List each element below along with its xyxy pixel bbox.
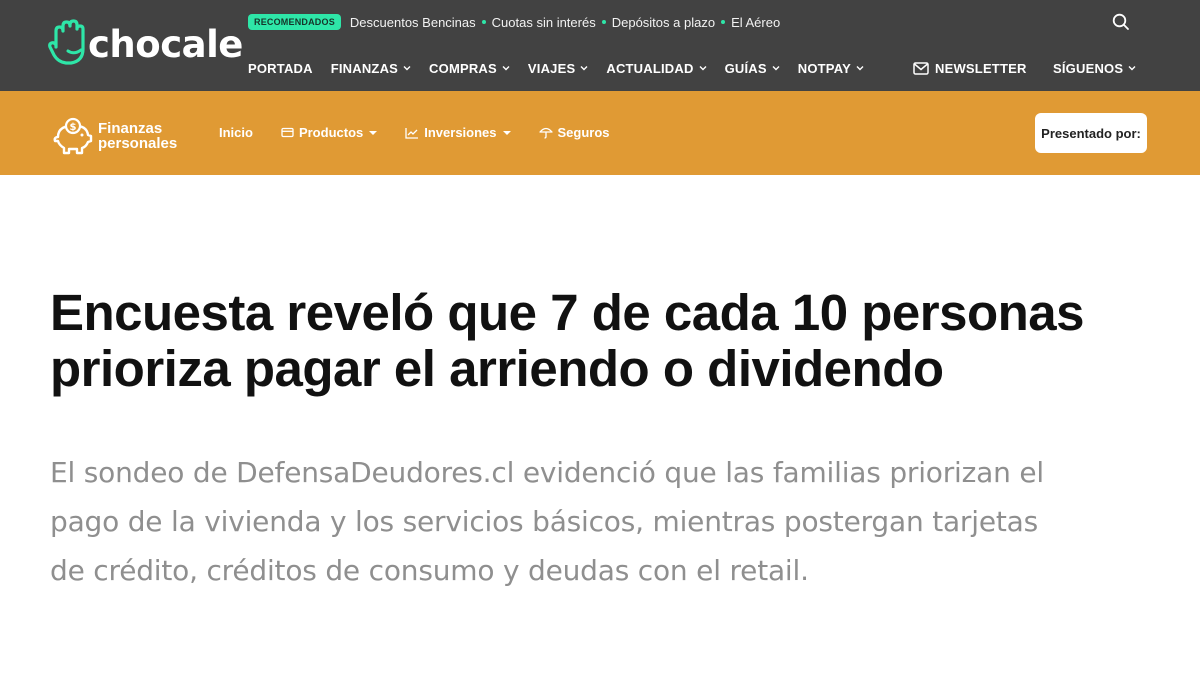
- nav-item-label: NOTPAY: [797, 60, 851, 76]
- svg-text:$: $: [70, 122, 77, 133]
- separator-dot: [601, 20, 606, 24]
- lead-line: pago de la vivienda y los servicios bási…: [50, 505, 1038, 538]
- line-chart-icon: [405, 127, 419, 139]
- section-logo-line1: Finanzas: [98, 120, 163, 137]
- lead-line: El sondeo de DefensaDeudores.cl evidenci…: [50, 456, 1044, 489]
- article-headline: Encuesta reveló que 7 de cada 10 persona…: [50, 285, 1170, 397]
- section-nav-label: Inversiones: [424, 125, 497, 140]
- search-button[interactable]: [1111, 12, 1131, 32]
- finanzas-personales-logo[interactable]: $ Finanzas personales: [52, 117, 177, 155]
- nav-item-label: ACTUALIDAD: [606, 60, 694, 76]
- nav-item-label: COMPRAS: [429, 60, 497, 76]
- hand-logo-icon: [48, 19, 85, 65]
- section-nav-inicio[interactable]: Inicio: [219, 125, 253, 140]
- chevron-down-icon: [699, 66, 707, 71]
- nav-item-label: VIAJES: [527, 60, 576, 76]
- caret-down-icon: [502, 130, 511, 135]
- chevron-down-icon: [1128, 66, 1136, 71]
- section-nav-label: Productos: [298, 125, 364, 140]
- section-header: $ Finanzas personales Inicio Productos I…: [0, 91, 1200, 175]
- section-nav-seguros[interactable]: Seguros: [538, 125, 610, 140]
- section-nav-productos[interactable]: Productos: [281, 125, 378, 140]
- nav-item-compras[interactable]: COMPRAS: [429, 61, 510, 76]
- nav-item-actualidad[interactable]: ACTUALIDAD: [606, 60, 707, 76]
- recommended-link-depositos[interactable]: Depósitos a plazo: [612, 15, 715, 30]
- nav-item-guias[interactable]: GUÍAS: [725, 61, 780, 76]
- article-lead: El sondeo de DefensaDeudores.cl evidenci…: [50, 448, 1170, 595]
- follow-us-label: SÍGUENOS: [1053, 60, 1124, 76]
- recommended-link-cuotas[interactable]: Cuotas sin interés: [492, 15, 596, 30]
- recommended-bar: RECOMENDADOS Descuentos Bencinas Cuotas …: [248, 12, 780, 32]
- brand-name: chocale: [88, 22, 243, 66]
- nav-item-viajes[interactable]: VIAJES: [528, 61, 588, 76]
- site-header: chocale RECOMENDADOS Descuentos Bencinas…: [0, 0, 1200, 91]
- chocale-logo[interactable]: chocale: [48, 14, 243, 70]
- section-nav-inversiones[interactable]: Inversiones: [405, 125, 511, 140]
- lead-line: de crédito, créditos de consumo y deudas…: [50, 554, 809, 587]
- umbrella-icon: [538, 127, 553, 139]
- nav-item-label: GUÍAS: [724, 60, 767, 76]
- nav-item-label: PORTADA: [248, 60, 313, 76]
- separator-dot: [721, 20, 726, 24]
- nav-item-label: FINANZAS: [330, 60, 399, 76]
- section-nav-label: Seguros: [557, 125, 610, 140]
- headline-line: Encuesta reveló que 7 de cada 10 persona…: [50, 284, 1085, 341]
- section-logo-line2: personales: [98, 135, 178, 152]
- mail-icon: [913, 61, 929, 75]
- sponsor-label: Presentado por:: [1041, 125, 1141, 141]
- newsletter-label: NEWSLETTER: [935, 60, 1027, 76]
- chevron-down-icon: [772, 66, 780, 71]
- chevron-down-icon: [502, 66, 510, 71]
- separator-dot: [481, 20, 486, 24]
- caret-down-icon: [369, 130, 378, 135]
- follow-us-menu[interactable]: SÍGUENOS: [1053, 58, 1136, 78]
- credit-card-icon: [281, 127, 294, 138]
- sponsor-button[interactable]: Presentado por:: [1035, 113, 1147, 153]
- newsletter-button[interactable]: NEWSLETTER: [913, 58, 1027, 78]
- section-nav-label: Inicio: [219, 125, 253, 140]
- headline-line: prioriza pagar el arriendo o dividendo: [50, 340, 944, 397]
- piggy-bank-icon: $: [53, 117, 93, 155]
- chevron-down-icon: [403, 66, 411, 71]
- nav-item-finanzas[interactable]: FINANZAS: [331, 61, 411, 76]
- search-icon: [1112, 13, 1129, 30]
- recommended-link-aereo[interactable]: El Aéreo: [731, 15, 780, 30]
- chevron-down-icon: [856, 66, 864, 71]
- main-nav: PORTADA FINANZAS COMPRAS VIAJES ACTUALID…: [248, 58, 882, 78]
- nav-item-portada[interactable]: PORTADA: [248, 61, 313, 76]
- nav-item-notpay[interactable]: NOTPAY: [798, 61, 864, 76]
- recommended-badge: RECOMENDADOS: [248, 14, 341, 30]
- recommended-link-bencinas[interactable]: Descuentos Bencinas: [350, 15, 476, 30]
- section-logo-text: Finanzas personales: [98, 121, 177, 151]
- chevron-down-icon: [580, 66, 588, 71]
- section-nav: Inicio Productos Inversiones Seguros: [219, 125, 638, 140]
